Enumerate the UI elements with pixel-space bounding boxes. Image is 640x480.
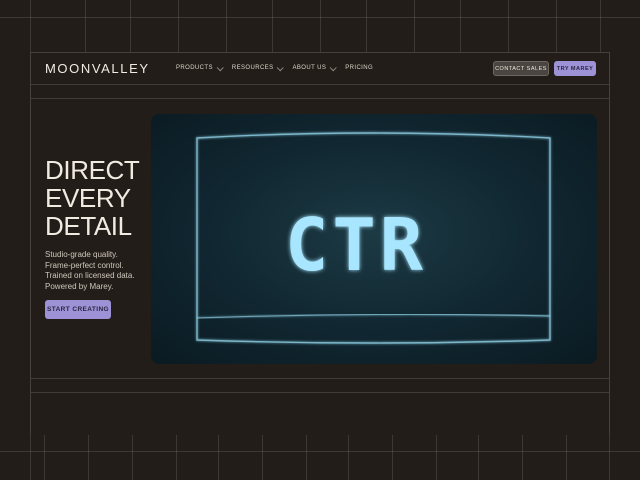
start-creating-button[interactable]: START CREATING (45, 300, 111, 319)
nav-item-label: PRICING (345, 65, 374, 71)
divider (31, 392, 609, 393)
hero-description: Studio-grade quality. Frame-perfect cont… (45, 250, 155, 292)
top-navigation: MOONVALLEY PRODUCTS RESOURCES ABOUT US P… (31, 53, 609, 85)
hero-description-line: Studio-grade quality. (45, 250, 118, 259)
crt-screen-graphic: CTR (196, 132, 551, 344)
background-grid-top (0, 0, 640, 52)
hero-description-line: Trained on licensed data. (45, 271, 135, 280)
try-marey-button[interactable]: TRY MAREY (554, 61, 596, 76)
background-grid-bottom (0, 435, 640, 480)
main-frame: MOONVALLEY PRODUCTS RESOURCES ABOUT US P… (30, 52, 610, 435)
nav-item-pricing[interactable]: PRICING (345, 65, 373, 71)
divider (31, 378, 609, 379)
chevron-down-icon (329, 63, 337, 71)
contact-sales-button[interactable]: CONTACT SALES (493, 61, 549, 76)
chevron-down-icon (277, 63, 285, 71)
divider (31, 98, 609, 99)
nav-item-products[interactable]: PRODUCTS (176, 63, 224, 71)
crt-screen-text: CTR (285, 203, 427, 287)
hero-title-line: DIRECT (45, 155, 140, 185)
hero-description-line: Powered by Marey. (45, 281, 114, 291)
page: MOONVALLEY PRODUCTS RESOURCES ABOUT US P… (0, 0, 640, 480)
nav-item-about-us[interactable]: ABOUT US (292, 63, 337, 71)
nav-links: PRODUCTS RESOURCES ABOUT US PRICING (176, 63, 373, 71)
hero-description-line: Frame-perfect control. (45, 260, 124, 270)
hero-video[interactable]: CTR (151, 114, 597, 364)
nav-item-label: PRODUCTS (176, 65, 213, 71)
hero-title-line: DETAIL (45, 211, 132, 241)
nav-item-label: ABOUT US (292, 65, 327, 71)
hero-title-line: EVERY (45, 183, 131, 213)
chevron-down-icon (216, 63, 224, 71)
hero-title: DIRECT EVERY DETAIL (45, 156, 155, 240)
nav-item-resources[interactable]: RESOURCES (231, 63, 285, 71)
nav-item-label: RESOURCES (231, 65, 274, 71)
moonvalley-logo[interactable]: MOONVALLEY (45, 61, 150, 77)
